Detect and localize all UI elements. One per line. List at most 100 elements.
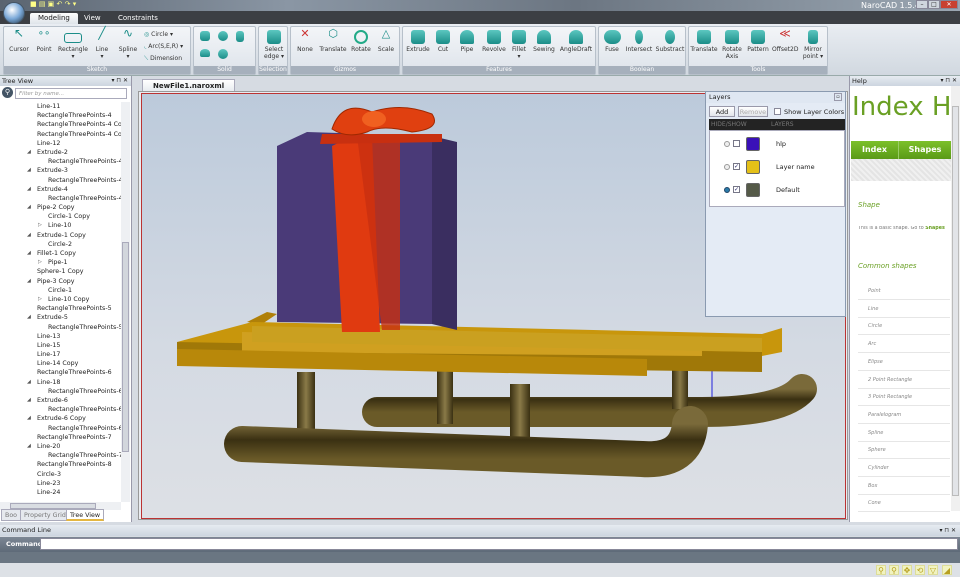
tree-item[interactable]: Line-24 <box>0 488 121 497</box>
help-shape-item[interactable]: Paralelogram <box>858 406 950 424</box>
document-tab[interactable]: NewFile1.naroxml <box>142 79 236 91</box>
tree-item[interactable]: Line-17 <box>0 350 121 359</box>
visibility-checkbox[interactable] <box>733 140 740 147</box>
cylinder-solid-button[interactable] <box>236 31 244 44</box>
cursor-tool[interactable]: ↖ Cursor <box>8 27 30 53</box>
layer-row[interactable]: ✓ Default <box>710 180 846 200</box>
pan-icon[interactable]: ✥ <box>902 565 912 575</box>
expanded-arrow-icon[interactable]: ◢ <box>27 148 31 157</box>
tree-item[interactable]: Line-23 <box>0 479 121 488</box>
tree-item[interactable]: RectangleThreePoints-5 <box>0 304 121 313</box>
select-edge-button[interactable]: Select edge ▾ <box>261 30 287 60</box>
line-tool[interactable]: ╱ Line ▾ <box>92 27 112 60</box>
pipe-button[interactable]: Pipe <box>457 30 477 53</box>
expanded-arrow-icon[interactable]: ◢ <box>27 185 31 194</box>
expanded-arrow-icon[interactable]: ◢ <box>27 313 31 322</box>
tree-item[interactable]: ◢ Extrude-5 <box>0 313 121 322</box>
substract-button[interactable]: Substract <box>655 30 685 53</box>
tree-item[interactable]: ◢ Extrude-2 <box>0 148 121 157</box>
help-vertical-scrollbar[interactable] <box>951 86 960 511</box>
tree-item[interactable]: RectangleThreePoints-6 <box>0 424 121 433</box>
tree-item[interactable]: ◢ Extrude-6 <box>0 396 121 405</box>
scroll-thumb[interactable] <box>122 242 129 452</box>
expanded-arrow-icon[interactable]: ◢ <box>27 396 31 405</box>
expanded-arrow-icon[interactable]: ◢ <box>27 277 31 286</box>
expanded-arrow-icon[interactable]: ◢ <box>27 414 31 423</box>
circle-tool[interactable]: ◎ Circle ▾ <box>144 31 173 38</box>
tree-item[interactable]: ◢ Pipe-3 Copy <box>0 277 121 286</box>
tree-item[interactable]: RectangleThreePoints-7 <box>0 433 121 442</box>
tree-item[interactable]: Circle-3 <box>0 470 121 479</box>
tree-item[interactable]: RectangleThreePoints-4 Co <box>0 120 121 129</box>
tab-constraints[interactable]: Constraints <box>110 13 166 24</box>
tree-item[interactable]: RectangleThreePoints-4 <box>0 157 121 166</box>
tab-property-grid[interactable]: Property Grid <box>20 509 70 521</box>
tree-item[interactable]: RectangleThreePoints-4 Co <box>0 130 121 139</box>
tab-view[interactable]: View <box>76 13 109 24</box>
tree-item[interactable]: ◢ Extrude-6 Copy <box>0 414 121 423</box>
scroll-thumb[interactable] <box>952 106 959 496</box>
gizmo-scale-button[interactable]: △ Scale <box>375 28 397 53</box>
tree-item[interactable]: ▷ Line-10 Copy <box>0 295 121 304</box>
help-shape-item[interactable]: Circle <box>858 317 950 336</box>
tree-item[interactable]: ◢ Extrude-4 <box>0 185 121 194</box>
tree-item[interactable]: Circle-1 Copy <box>0 212 121 221</box>
cut-button[interactable]: Cut <box>433 30 453 53</box>
collapsed-arrow-icon[interactable]: ▷ <box>38 258 42 267</box>
active-layer-radio[interactable] <box>724 164 730 170</box>
minimize-button[interactable]: – <box>916 0 928 9</box>
help-shape-item[interactable]: Elipse <box>858 353 950 371</box>
visibility-checkbox[interactable]: ✓ <box>733 186 740 193</box>
tree-item[interactable]: RectangleThreePoints-4 <box>0 111 121 120</box>
collapsed-arrow-icon[interactable]: ▷ <box>38 221 42 230</box>
add-layer-button[interactable]: Add <box>709 106 735 117</box>
help-shape-item[interactable]: Cone <box>858 494 950 513</box>
tree-item[interactable]: RectangleThreePoints-7 <box>0 451 121 460</box>
help-shape-item[interactable]: Arc <box>858 335 950 354</box>
tree-item[interactable]: RectangleThreePoints-6 <box>0 387 121 396</box>
help-shape-item[interactable]: Point <box>858 282 950 300</box>
help-shape-item[interactable]: Box <box>858 477 950 495</box>
cone-solid-button[interactable] <box>200 49 210 59</box>
layer-color-swatch[interactable] <box>746 137 760 151</box>
show-layer-colors-checkbox[interactable] <box>774 108 781 115</box>
layer-color-swatch[interactable] <box>746 160 760 174</box>
spline-tool[interactable]: ∿ Spline ▾ <box>116 27 140 60</box>
fuse-button[interactable]: Fuse <box>602 30 622 53</box>
gizmo-none-button[interactable]: ✕ None <box>294 28 316 53</box>
help-shape-item[interactable]: 3 Point Rectangle <box>858 388 950 407</box>
expanded-arrow-icon[interactable]: ◢ <box>27 442 31 451</box>
app-menu-orb[interactable] <box>3 2 25 24</box>
remove-layer-button[interactable]: Remove <box>738 106 768 117</box>
offset2d-button[interactable]: ≪ Offset2D <box>772 28 798 53</box>
expanded-arrow-icon[interactable]: ◢ <box>27 166 31 175</box>
tree-item[interactable]: Line-15 <box>0 341 121 350</box>
tree-item[interactable]: ▷ Pipe-1 <box>0 258 121 267</box>
tree-item[interactable]: RectangleThreePoints-4 <box>0 194 121 203</box>
dimension-tool[interactable]: ⟍ Dimension <box>144 55 182 62</box>
tab-modeling[interactable]: Modeling <box>30 13 78 24</box>
tree-item[interactable]: RectangleThreePoints-6 <box>0 405 121 414</box>
point-tool[interactable]: ∘∘ Point <box>34 29 54 54</box>
tree-item[interactable]: RectangleThreePoints-6 <box>0 368 121 377</box>
help-nav-shapes[interactable]: Shapes <box>899 141 951 159</box>
layer-row[interactable]: hlp <box>710 134 846 154</box>
intersect-button[interactable]: Intersect <box>624 30 654 53</box>
tree-item[interactable]: Line-11 <box>0 102 121 111</box>
tree-item[interactable]: Line-12 <box>0 139 121 148</box>
layer-color-swatch[interactable] <box>746 183 760 197</box>
revolve-button[interactable]: Revolve <box>481 30 507 53</box>
rotate-axis-button[interactable]: Rotate Axis <box>721 30 743 60</box>
tree-item[interactable]: ◢ Line-18 <box>0 378 121 387</box>
help-nav-index[interactable]: Index <box>851 141 899 159</box>
shapes-link[interactable]: Shapes <box>925 226 945 231</box>
help-shape-item[interactable]: 2 Point Rectangle <box>858 371 950 389</box>
active-layer-radio[interactable] <box>724 187 730 193</box>
layer-row[interactable]: ✓ Layer name <box>710 157 846 177</box>
command-input[interactable] <box>40 538 958 550</box>
mirror-point-button[interactable]: Mirror point ▾ <box>800 30 826 60</box>
visibility-checkbox[interactable]: ✓ <box>733 163 740 170</box>
expanded-arrow-icon[interactable]: ◢ <box>27 378 31 387</box>
angledraft-button[interactable]: AngleDraft <box>559 30 593 53</box>
expanded-arrow-icon[interactable]: ◢ <box>27 231 31 240</box>
